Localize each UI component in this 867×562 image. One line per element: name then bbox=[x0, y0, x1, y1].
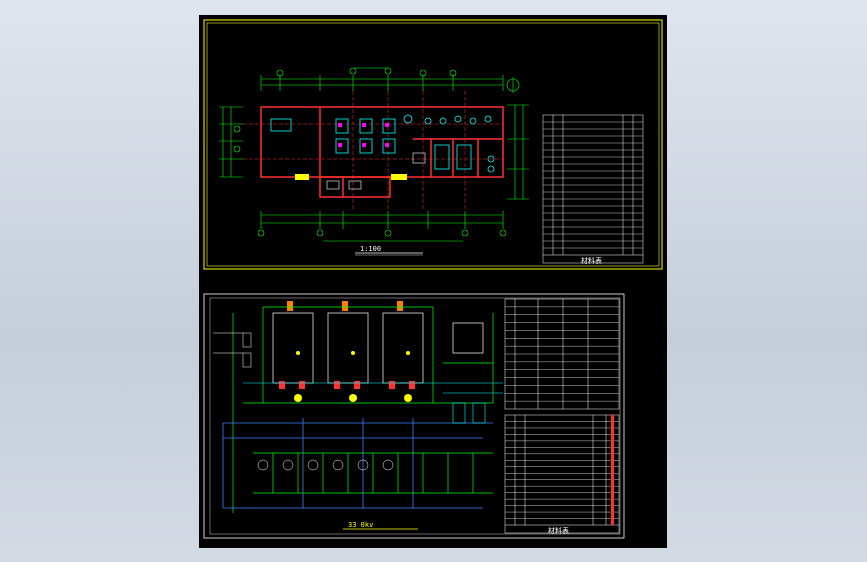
bottom-dimension-lines bbox=[257, 211, 507, 242]
schematic-table-upper-rows bbox=[505, 306, 619, 402]
schematic-drawing bbox=[203, 293, 625, 539]
lower-table-red-strip bbox=[611, 415, 614, 525]
left-dimension-lines bbox=[219, 106, 243, 178]
floor-plan-sheet[interactable]: 1:100 材料表 bbox=[203, 19, 663, 270]
table-1-caption: 材料表 bbox=[581, 257, 602, 265]
floor-plan-title: 1:100 bbox=[360, 245, 382, 253]
tank-units bbox=[272, 312, 484, 384]
floor-plan-drawing bbox=[203, 19, 663, 270]
building-walls bbox=[260, 106, 504, 198]
yellow-pumps bbox=[294, 351, 412, 402]
drawing-canvas[interactable]: 1:100 材料表 33 0kv 材料表 bbox=[199, 15, 667, 548]
tank-top-valves bbox=[287, 301, 403, 311]
table-2-caption: 材料表 bbox=[548, 527, 569, 535]
schematic-sheet[interactable]: 33 0kv 材料表 bbox=[203, 293, 625, 539]
section-labels bbox=[326, 152, 426, 190]
right-dimension-lines bbox=[506, 77, 529, 200]
tank-bottom-valves bbox=[279, 381, 415, 389]
blue-pipes bbox=[222, 418, 493, 509]
schematic-title: 33 0kv bbox=[348, 521, 374, 529]
axis-lines bbox=[243, 91, 503, 211]
top-dimension-lines bbox=[260, 67, 504, 91]
magenta-fixtures bbox=[338, 123, 389, 147]
schematic-table-lower-rows bbox=[505, 421, 619, 519]
schematic-table-lower bbox=[504, 414, 620, 534]
material-table-1-rows bbox=[543, 121, 643, 249]
equipment-blocks bbox=[270, 114, 495, 173]
